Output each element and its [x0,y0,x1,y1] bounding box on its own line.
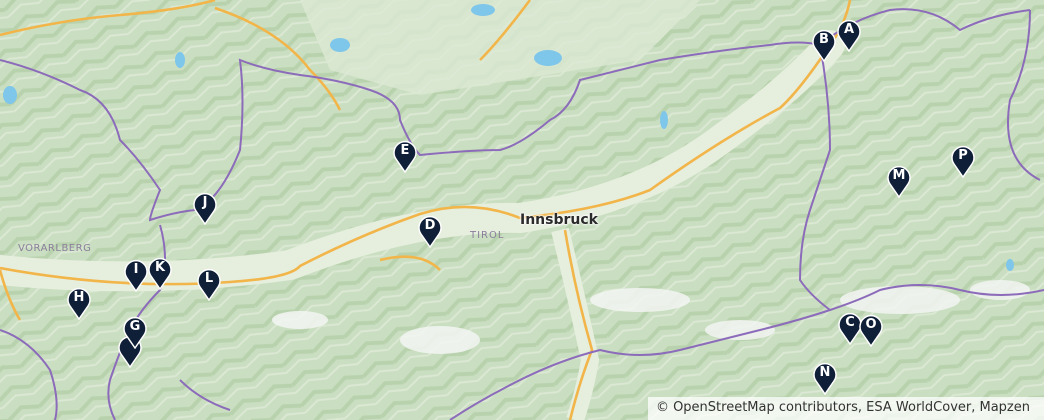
map-marker-b[interactable]: B [811,28,837,62]
map-marker-g[interactable]: G [122,315,148,349]
map-marker-j[interactable]: J [192,191,218,225]
marker-label: I [133,262,139,277]
map-basemap [0,0,1044,420]
marker-label: B [819,32,829,47]
map-marker-o[interactable]: O [858,313,884,347]
map-marker-k[interactable]: K [147,256,173,290]
marker-label: H [73,290,85,305]
marker-label: P [958,148,968,163]
map-attribution[interactable]: © OpenStreetMap contributors, ESA WorldC… [647,397,1044,420]
map-marker-h[interactable]: H [66,286,92,320]
marker-label: D [424,218,436,233]
marker-label: M [892,168,906,183]
map-marker-d[interactable]: D [417,214,443,248]
map-marker-n[interactable]: N [812,361,838,395]
map-marker-m[interactable]: M [886,164,912,198]
marker-label: E [400,143,410,158]
marker-label: L [204,271,214,286]
region-label-vorarlberg: VORARLBERG [18,243,92,254]
city-label-innsbruck: Innsbruck [520,212,598,228]
region-label-tirol: TIROL [470,230,505,241]
map-view[interactable]: Innsbruck TIROL VORARLBERG A B C D E G H… [0,0,1044,420]
marker-label: K [154,260,166,275]
marker-label: G [129,319,141,334]
marker-label: N [819,365,831,380]
map-marker-i[interactable]: I [123,258,149,292]
map-marker-a[interactable]: A [836,18,862,52]
marker-label: A [843,22,855,37]
marker-label: J [202,195,208,210]
marker-label: O [865,317,877,332]
map-marker-p[interactable]: P [950,144,976,178]
map-marker-e[interactable]: E [392,139,418,173]
map-marker-l[interactable]: L [196,267,222,301]
